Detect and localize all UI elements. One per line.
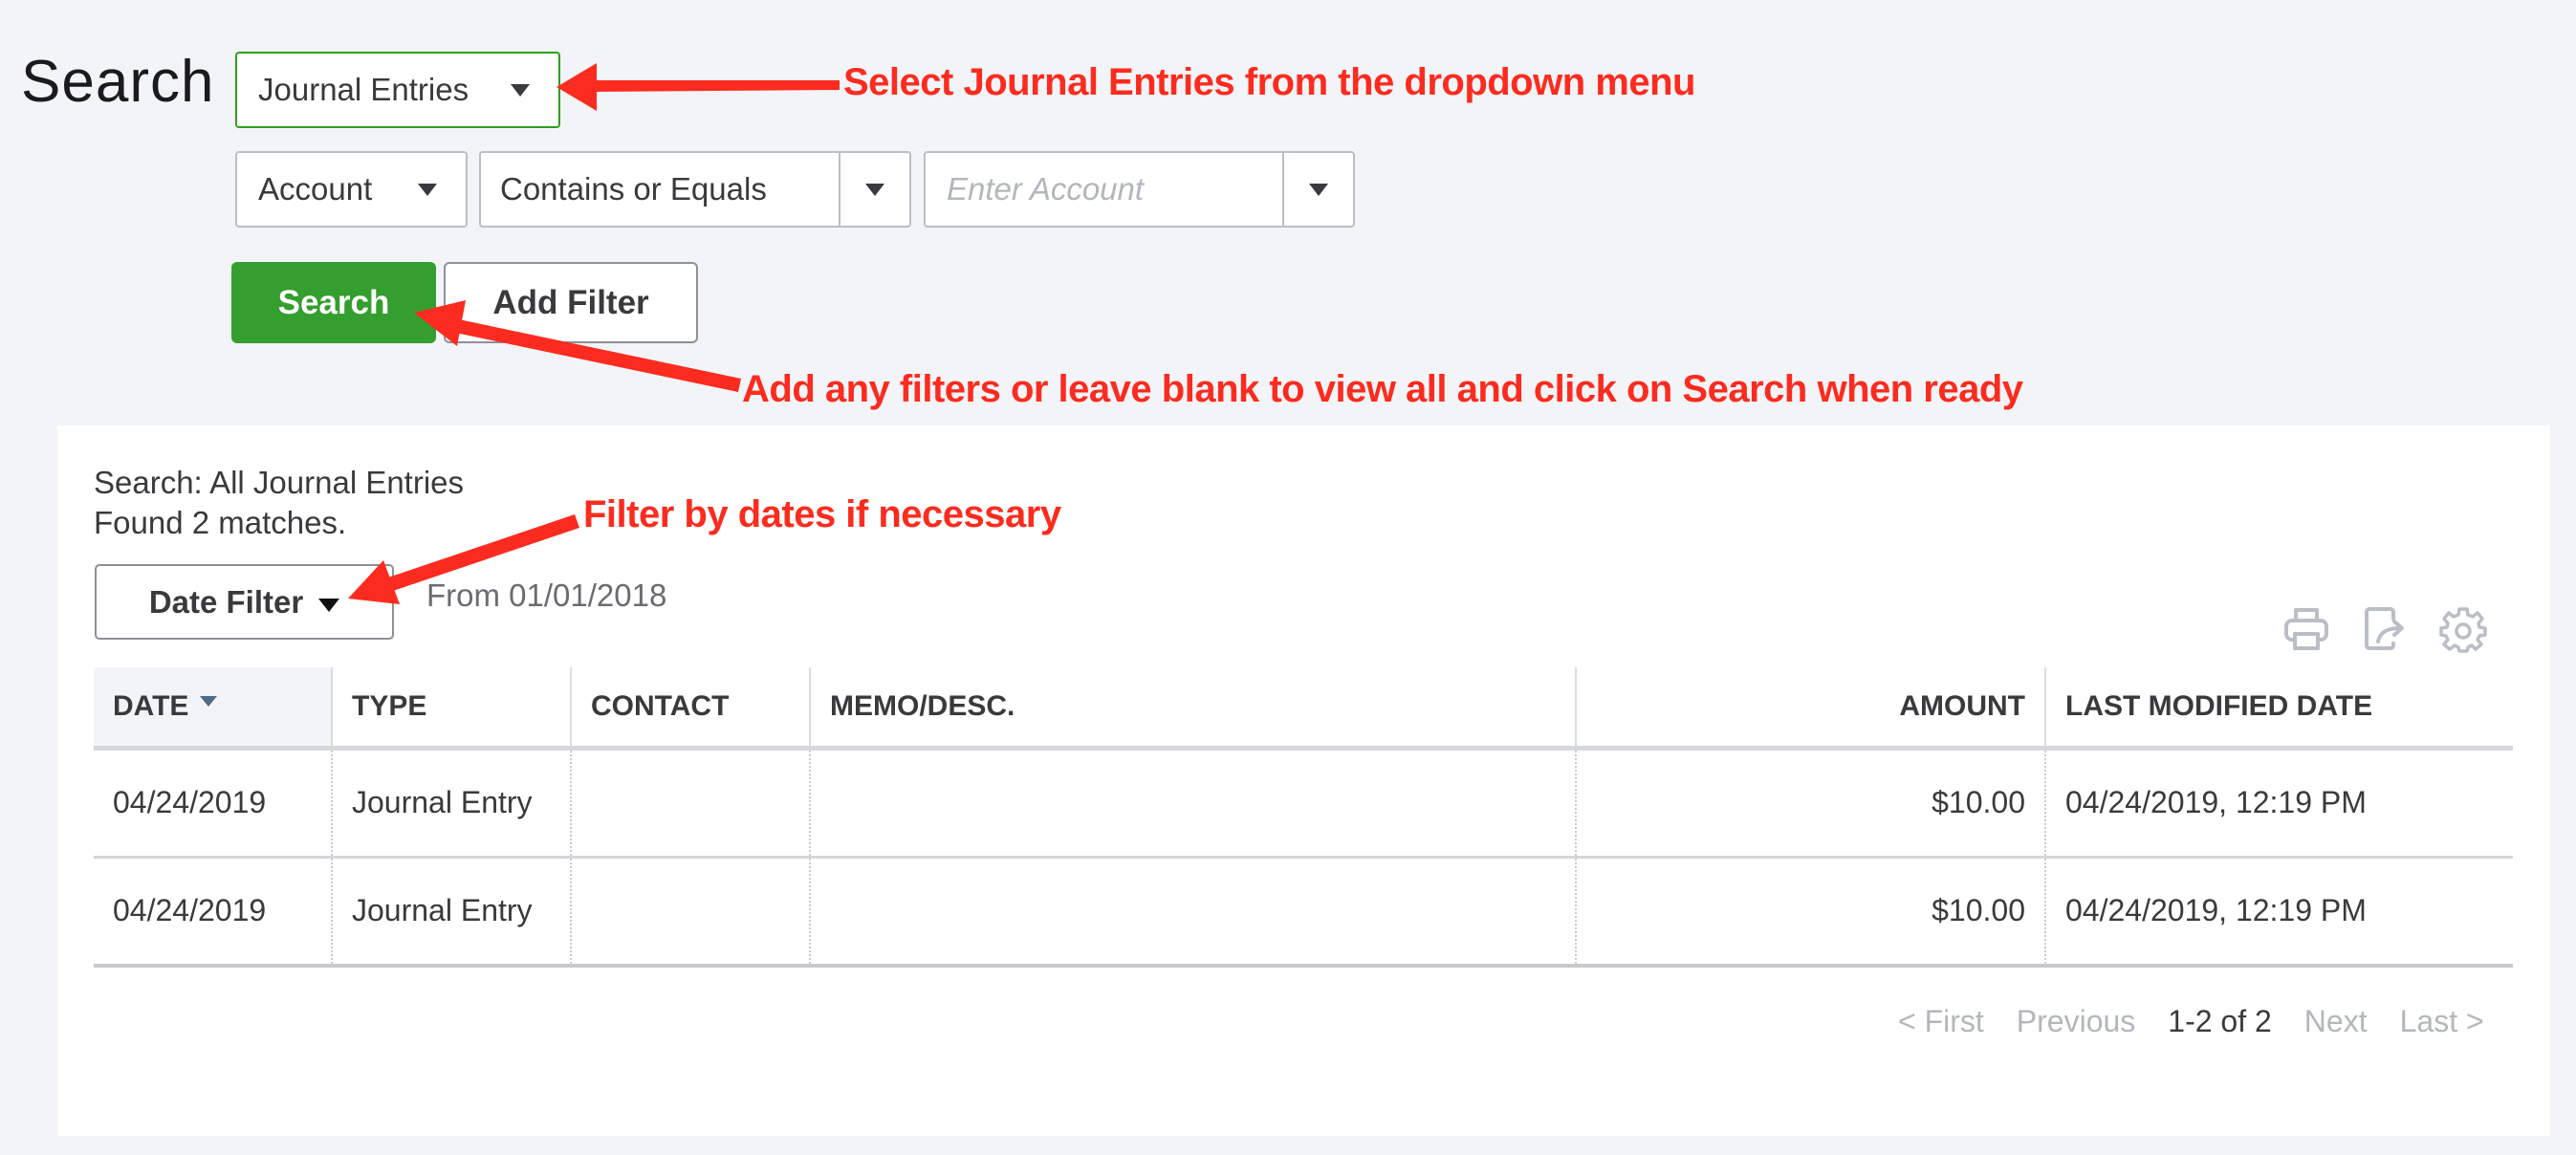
- cell-last-modified: 04/24/2019, 12:19 PM: [2044, 748, 2513, 859]
- pagination: < First Previous 1-2 of 2 Next Last >: [1898, 1004, 2484, 1039]
- cell-type: Journal Entry: [331, 748, 571, 859]
- date-filter-button[interactable]: Date Filter: [95, 564, 394, 640]
- filter-operator-value: Contains or Equals: [500, 171, 767, 207]
- cell-type: Journal Entry: [331, 857, 571, 968]
- search-button[interactable]: Search: [231, 262, 436, 343]
- results-summary: Search: All Journal Entries Found 2 matc…: [94, 463, 464, 543]
- results-table: DATE TYPE CONTACT MEMO/DESC. AMOUNT LAST…: [94, 667, 2513, 968]
- column-header-last-modified[interactable]: LAST MODIFIED DATE: [2044, 667, 2513, 751]
- column-header-memo[interactable]: MEMO/DESC.: [809, 667, 1576, 751]
- chevron-down-icon: [865, 183, 884, 196]
- cell-contact: [570, 748, 810, 859]
- annotation-note-1: Select Journal Entries from the dropdown…: [843, 61, 1695, 103]
- filter-field-dropdown[interactable]: Account: [235, 151, 468, 228]
- table-header-row: DATE TYPE CONTACT MEMO/DESC. AMOUNT LAST…: [94, 667, 2513, 751]
- chevron-down-icon: [418, 183, 437, 196]
- pagination-range: 1-2 of 2: [2168, 1004, 2272, 1038]
- caret-down-icon: [318, 598, 340, 612]
- export-icon[interactable]: [2360, 604, 2410, 654]
- gear-icon[interactable]: [2438, 604, 2488, 654]
- account-input[interactable]: [945, 170, 1282, 208]
- pagination-next[interactable]: Next: [2304, 1004, 2368, 1039]
- filter-value-combobox[interactable]: [924, 151, 1355, 228]
- annotation-note-2: Add any filters or leave blank to view a…: [742, 368, 2023, 410]
- add-filter-button[interactable]: Add Filter: [444, 262, 698, 343]
- table-row[interactable]: 04/24/2019 Journal Entry $10.00 04/24/20…: [94, 748, 2513, 859]
- results-toolbar: [2281, 604, 2488, 654]
- search-summary-text: Search: All Journal Entries: [94, 465, 465, 500]
- sort-descending-icon: [200, 696, 218, 708]
- cell-amount: $10.00: [1575, 857, 2045, 968]
- date-filter-label: Date Filter: [148, 583, 304, 620]
- column-header-date[interactable]: DATE: [94, 667, 332, 751]
- cell-memo: [809, 857, 1576, 968]
- table-row[interactable]: 04/24/2019 Journal Entry $10.00 04/24/20…: [94, 857, 2513, 968]
- date-range-text: From 01/01/2018: [426, 578, 667, 613]
- cell-last-modified: 04/24/2019, 12:19 PM: [2044, 857, 2513, 968]
- filter-operator-toggle[interactable]: [839, 153, 909, 226]
- column-header-type[interactable]: TYPE: [331, 667, 571, 751]
- pagination-first[interactable]: < First: [1898, 1004, 1984, 1039]
- cell-date: 04/24/2019: [94, 748, 332, 859]
- cell-date: 04/24/2019: [94, 857, 332, 968]
- page-title: Search: [21, 49, 215, 115]
- transaction-type-value: Journal Entries: [258, 72, 469, 107]
- cell-contact: [570, 857, 810, 968]
- printer-icon[interactable]: [2281, 604, 2331, 654]
- chevron-down-icon: [511, 83, 530, 97]
- column-header-contact[interactable]: CONTACT: [570, 667, 810, 751]
- annotation-arrow-1: [557, 63, 840, 111]
- cell-memo: [809, 748, 1576, 859]
- pagination-previous[interactable]: Previous: [2017, 1004, 2136, 1039]
- column-header-amount[interactable]: AMOUNT: [1575, 667, 2045, 751]
- filter-operator-dropdown[interactable]: Contains or Equals: [479, 151, 911, 228]
- chevron-down-icon: [1309, 183, 1328, 196]
- pagination-last[interactable]: Last >: [2400, 1004, 2484, 1039]
- transaction-type-dropdown[interactable]: Journal Entries: [235, 52, 560, 128]
- match-count-text: Found 2 matches.: [94, 505, 347, 540]
- cell-amount: $10.00: [1575, 748, 2045, 859]
- annotation-note-3: Filter by dates if necessary: [583, 493, 1061, 535]
- filter-field-value: Account: [258, 171, 373, 207]
- account-dropdown-toggle[interactable]: [1282, 153, 1353, 226]
